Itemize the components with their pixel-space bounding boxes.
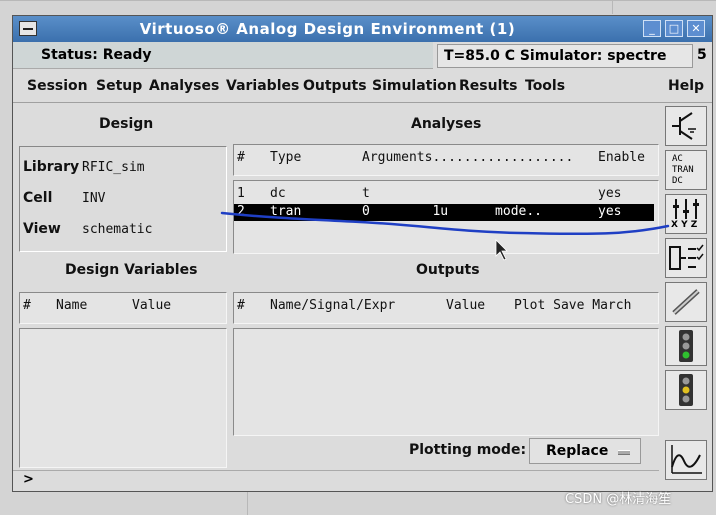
analyses-section-title: Analyses	[411, 116, 482, 132]
view-label: View	[23, 221, 61, 237]
design-variables-header-name: Name	[56, 298, 88, 313]
library-label: Library	[23, 159, 80, 175]
analyses-header-enable: Enable	[598, 150, 645, 165]
xyz-label: X Y Z	[671, 220, 698, 230]
design-variables-header: # Name Value	[19, 292, 227, 324]
tran-label: TRAN	[672, 165, 694, 175]
menu-tools[interactable]: Tools	[525, 78, 565, 94]
menu-setup[interactable]: Setup	[96, 78, 142, 94]
analyses-header-type: Type	[270, 150, 302, 165]
menu-analyses[interactable]: Analyses	[149, 78, 219, 94]
view-value[interactable]: schematic	[82, 222, 152, 237]
xyz-sliders-icon[interactable]: X Y Z	[665, 194, 707, 234]
dc-label: DC	[672, 176, 683, 186]
command-prompt[interactable]: >	[13, 470, 659, 492]
analyses-list[interactable]: 1 dc t yes 2 tran 0 1u mode.. yes	[233, 180, 659, 254]
close-button[interactable]: ✕	[687, 20, 705, 37]
waveform-icon[interactable]	[665, 440, 707, 480]
status-ready: Status: Ready	[13, 42, 433, 69]
design-variables-title: Design Variables	[65, 262, 198, 278]
analysis-row[interactable]: 1 dc t yes	[234, 185, 654, 203]
desktop-background-line	[0, 0, 716, 1]
analysis-row-num: 2	[237, 204, 245, 219]
desktop-background-line	[247, 492, 248, 515]
pen-icon[interactable]	[665, 282, 707, 322]
minimize-button[interactable]: _	[643, 20, 661, 37]
analyses-header-arguments: Arguments..................	[362, 150, 574, 165]
prompt-symbol: >	[23, 472, 34, 487]
plotting-mode-label: Plotting mode:	[409, 442, 527, 458]
outputs-header-value: Value	[446, 298, 486, 313]
status-bar: Status: Ready T=85.0 C Simulator: spectr…	[13, 42, 712, 69]
traffic-light-stop-icon[interactable]	[665, 370, 707, 410]
cell-value[interactable]: INV	[82, 191, 105, 206]
menu-session[interactable]: Session	[27, 78, 88, 94]
analysis-row-type: tran	[270, 204, 302, 219]
analysis-row-enable: yes	[598, 186, 622, 201]
title-bar[interactable]: Virtuoso® Analog Design Environment (1) …	[13, 16, 712, 42]
menu-results[interactable]: Results	[459, 78, 517, 94]
cell-label: Cell	[23, 190, 53, 206]
ac-tran-dc-icon[interactable]: AC TRAN DC	[665, 150, 707, 190]
design-panel: Library RFIC_sim Cell INV View schematic	[19, 146, 227, 252]
traffic-light-run-icon[interactable]	[665, 326, 707, 366]
ade-window: Virtuoso® Analog Design Environment (1) …	[12, 15, 713, 492]
window-title: Virtuoso® Analog Design Environment (1)	[139, 20, 516, 38]
design-variables-header-value: Value	[132, 298, 172, 313]
menu-outputs[interactable]: Outputs	[303, 78, 367, 94]
watermark: CSDN @林清海笙	[565, 492, 672, 507]
outputs-header: # Name/Signal/Expr Value Plot Save March	[233, 292, 659, 324]
outputs-header-plot-save-march: Plot Save March	[514, 298, 632, 313]
transistor-icon[interactable]	[665, 106, 707, 146]
tool-strip: AC TRAN DC X Y Z	[665, 106, 709, 491]
checklist-icon[interactable]	[665, 238, 707, 278]
library-value[interactable]: RFIC_sim	[82, 160, 145, 175]
menu-simulation[interactable]: Simulation	[372, 78, 457, 94]
temperature-simulator-status: T=85.0 C Simulator: spectre	[437, 44, 693, 68]
maximize-button[interactable]: □	[665, 20, 683, 37]
design-variables-header-num: #	[23, 298, 31, 313]
analysis-row-enable: yes	[598, 204, 622, 219]
analyses-header: # Type Arguments.................. Enabl…	[233, 144, 659, 176]
ac-label: AC	[672, 154, 683, 164]
plotting-mode-select[interactable]: Replace	[529, 438, 641, 464]
analysis-row-args: t	[362, 186, 370, 201]
status-number: 5	[697, 47, 707, 63]
analysis-row-args: 0 1u mode..	[362, 204, 543, 219]
outputs-header-num: #	[237, 298, 245, 313]
menu-variables[interactable]: Variables	[226, 78, 299, 94]
menu-bar: Session Setup Analyses Variables Outputs…	[13, 72, 712, 103]
design-variables-list[interactable]	[19, 328, 227, 468]
menu-help[interactable]: Help	[668, 78, 704, 94]
option-menu-indicator-icon	[618, 450, 630, 455]
analysis-row-type: dc	[270, 186, 286, 201]
desktop-background-line	[612, 0, 613, 14]
outputs-header-name: Name/Signal/Expr	[270, 298, 396, 313]
analyses-header-num: #	[237, 150, 245, 165]
analysis-row-selected[interactable]: 2 tran 0 1u mode.. yes	[234, 204, 654, 221]
plotting-mode-value: Replace	[546, 443, 609, 459]
design-section-title: Design	[99, 116, 154, 132]
outputs-section-title: Outputs	[416, 262, 480, 278]
analysis-row-num: 1	[237, 186, 245, 201]
outputs-list[interactable]	[233, 328, 659, 436]
